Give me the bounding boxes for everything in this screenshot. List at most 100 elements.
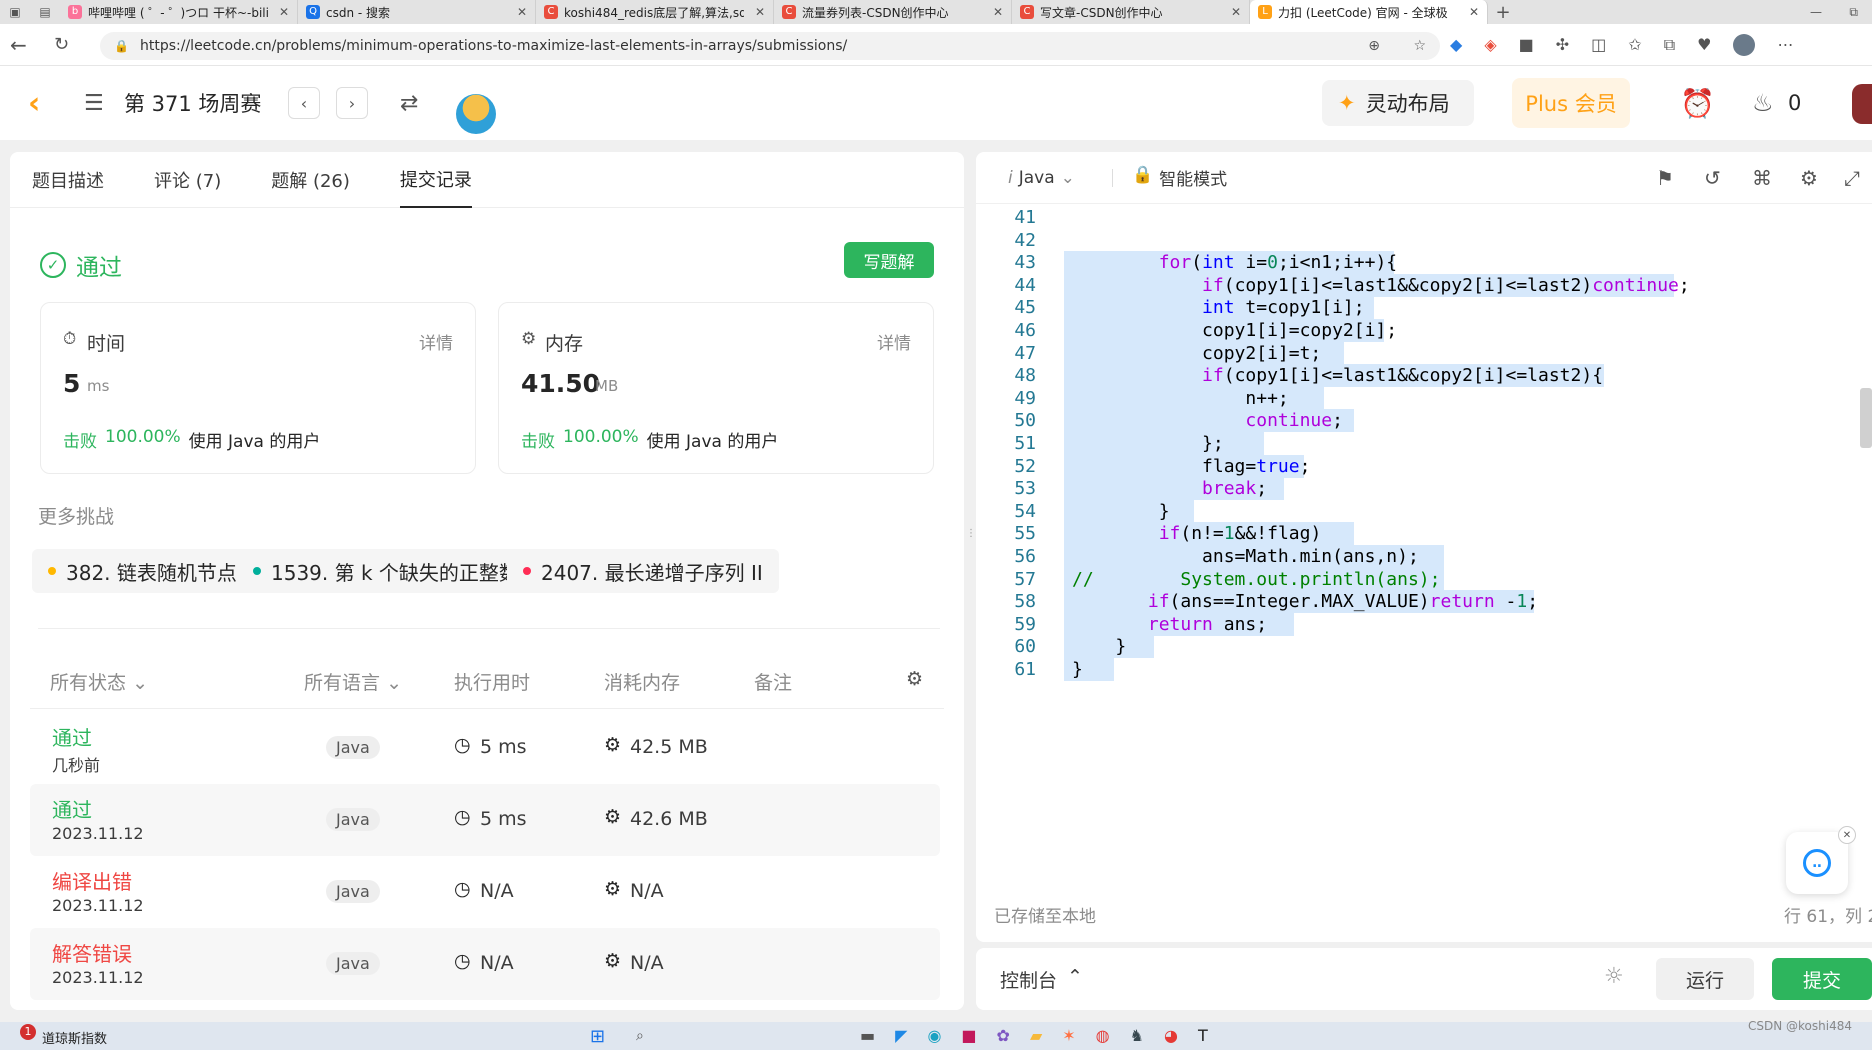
chip-icon: ⚙ [604, 734, 622, 756]
browser-essentials-icon[interactable]: ♥ [1697, 34, 1711, 56]
tab-comments[interactable]: 评论 (7) [154, 152, 221, 208]
app-icon[interactable]: ✿ [997, 1026, 1010, 1045]
close-icon[interactable]: ✕ [1838, 826, 1856, 844]
smart-mode-toggle[interactable]: 🔒 智能模式 [1132, 165, 1227, 190]
challenge-chip[interactable]: 2407. 最长递增子序列 II [507, 549, 779, 593]
vscode-icon[interactable]: ◤ [895, 1026, 907, 1045]
restore-icon[interactable]: ⧉ [1849, 5, 1858, 20]
submission-row[interactable]: 解答错误 2023.11.12 Java ◷ N/A ⚙ N/A [30, 928, 940, 1000]
shortcut-icon[interactable]: ⌘ [1752, 166, 1772, 190]
app-icon[interactable]: ✶ [1062, 1026, 1075, 1045]
reset-icon[interactable]: ↺ [1704, 166, 1721, 190]
submission-status-link[interactable]: 解答错误 [52, 938, 132, 967]
stock-widget[interactable]: 道琼斯指数 [42, 1028, 107, 1047]
bookmark-icon[interactable]: ⚑ [1656, 166, 1674, 190]
app-icon[interactable]: ♞ [1130, 1026, 1144, 1045]
profile-avatar[interactable] [1733, 33, 1756, 56]
browser-tab[interactable]: Ckoshi484_redis底层了解,算法,sql ✕ [536, 0, 774, 24]
streak-flame-icon[interactable]: ♨ [1752, 89, 1774, 117]
chrome-icon[interactable]: ◕ [1164, 1026, 1178, 1045]
collections-icon[interactable]: ⧉ [1664, 34, 1675, 56]
submission-status-link[interactable]: 通过 [52, 794, 92, 823]
minimize-icon[interactable]: — [1810, 5, 1822, 19]
runtime-detail-link[interactable]: 详情 [419, 329, 453, 354]
contest-title[interactable]: 第 371 场周赛 [124, 88, 261, 118]
search-icon[interactable]: ⌕ [636, 1028, 644, 1044]
write-solution-button[interactable]: 写题解 [844, 242, 934, 278]
settings-gear-icon[interactable]: ⚙ [906, 668, 923, 690]
close-tab-icon[interactable]: ✕ [1231, 5, 1241, 19]
extension-icon[interactable]: ◆ [1450, 34, 1462, 56]
prev-problem-button[interactable]: ‹ [288, 87, 320, 119]
folder-icon[interactable]: ▰ [1030, 1026, 1042, 1045]
intellij-icon[interactable]: ■ [961, 1026, 976, 1045]
edge-icon[interactable]: ◉ [927, 1026, 941, 1045]
tab-actions-icon[interactable]: ▤ [30, 5, 60, 19]
zoom-icon[interactable]: ⊕ [1368, 38, 1380, 54]
feedback-chat-button[interactable]: ‥ [1786, 832, 1848, 894]
browser-tab[interactable]: C 写文章-CSDN创作中心 ✕ [1012, 0, 1250, 24]
browser-tab[interactable]: C 流量券列表-CSDN创作中心 ✕ [774, 0, 1012, 24]
memory-value: 41.50 [521, 369, 601, 398]
browser-tab-title: 哔哩哔哩 ( ゜- ゜)つロ 干杯~-bilib [88, 5, 268, 20]
url-field[interactable]: 🔒 https://leetcode.cn/problems/minimum-o… [100, 32, 1440, 60]
typora-icon[interactable]: T [1198, 1026, 1208, 1045]
close-tab-icon[interactable]: ✕ [755, 5, 765, 19]
code-area[interactable]: 41 42 43 for(int i=0;i<n1;i++){44 if(copy1… [976, 204, 1846, 904]
run-button[interactable]: 运行 [1656, 958, 1754, 1000]
challenge-chip[interactable]: 1539. 第 k 个缺失的正整数 [237, 549, 535, 593]
submission-row[interactable]: 通过 几秒前 Java ◷ 5 ms ⚙ 42.5 MB [30, 712, 940, 784]
app-icon[interactable]: ▬ [860, 1026, 875, 1045]
scrollbar-thumb[interactable] [1860, 388, 1872, 448]
tab-solutions[interactable]: 题解 (26) [271, 152, 350, 208]
alarm-clock-icon[interactable]: ⏰ [1680, 87, 1715, 120]
editor-settings-icon[interactable]: ⚙ [1800, 166, 1818, 190]
tab-description[interactable]: 题目描述 [32, 152, 104, 208]
favorites-icon[interactable]: ✩ [1628, 34, 1641, 56]
close-tab-icon[interactable]: ✕ [1469, 5, 1479, 19]
tab-favicon-icon: b [68, 5, 82, 19]
new-tab-icon[interactable]: + [1488, 2, 1518, 23]
extension-icon[interactable]: ◈ [1484, 34, 1496, 56]
more-icon[interactable]: ⋯ [1777, 34, 1793, 56]
status-filter[interactable]: 所有状态 ⌄ [50, 668, 148, 695]
submit-button[interactable]: 提交 [1772, 958, 1872, 1000]
extensions-icon[interactable]: ✣ [1556, 34, 1569, 56]
console-toggle[interactable]: 控制台 ⌃ [1000, 966, 1083, 993]
next-problem-button[interactable]: › [336, 87, 368, 119]
submission-row[interactable]: 编译出错 2023.11.12 Java ◷ N/A ⚙ N/A [30, 856, 940, 928]
browser-tab[interactable]: Qcsdn - 搜索 ✕ [298, 0, 536, 24]
favorite-icon[interactable]: ☆ [1413, 38, 1426, 54]
windows-start-icon[interactable]: ⊞ [590, 1026, 605, 1047]
submission-row[interactable]: 通过 2023.11.12 Java ◷ 5 ms ⚙ 42.6 MB [30, 784, 940, 856]
fullscreen-icon[interactable]: ⤢ [1844, 166, 1860, 190]
leetcode-logo-icon[interactable]: ‹ [28, 86, 40, 121]
dynamic-layout-button[interactable]: ✦ 灵动布局 [1322, 80, 1474, 126]
language-selector[interactable]: i Java ⌄ [1008, 168, 1075, 188]
debug-bug-icon[interactable]: ☼ [1604, 964, 1624, 989]
shuffle-icon[interactable]: ⇄ [400, 91, 418, 116]
panel-resizer[interactable]: ⋮ [966, 529, 976, 558]
plus-member-button[interactable]: Plus 会员 [1512, 78, 1630, 128]
workspaces-icon[interactable]: ▣ [0, 5, 30, 19]
browser-tab[interactable]: L 力扣 (LeetCode) 官网 - 全球极 ✕ [1250, 0, 1488, 24]
back-icon[interactable]: ← [10, 33, 27, 57]
challenge-chip[interactable]: 382. 链表随机节点 [32, 549, 253, 593]
split-screen-icon[interactable]: ◫ [1591, 34, 1606, 56]
close-tab-icon[interactable]: ✕ [517, 5, 527, 19]
user-avatar[interactable] [1852, 84, 1872, 124]
language-filter[interactable]: 所有语言 ⌄ [304, 668, 402, 695]
close-tab-icon[interactable]: ✕ [279, 5, 289, 19]
memory-detail-link[interactable]: 详情 [877, 329, 911, 354]
tab-submissions[interactable]: 提交记录 [399, 152, 472, 208]
submission-status-link[interactable]: 编译出错 [52, 866, 132, 895]
netease-music-icon[interactable]: ◍ [1096, 1026, 1110, 1045]
refresh-icon[interactable]: ↻ [54, 34, 69, 55]
submission-status-link[interactable]: 通过 [52, 722, 92, 751]
browser-tab[interactable]: b 哔哩哔哩 ( ゜- ゜)つロ 干杯~-bilib ✕ [60, 0, 298, 24]
close-tab-icon[interactable]: ✕ [993, 5, 1003, 19]
extension-icon[interactable]: ■ [1519, 34, 1534, 56]
problem-list-icon[interactable]: ☰ [84, 91, 104, 116]
language-filter-label: 所有语言 [304, 672, 381, 694]
submission-date: 2023.11.12 [52, 968, 144, 987]
